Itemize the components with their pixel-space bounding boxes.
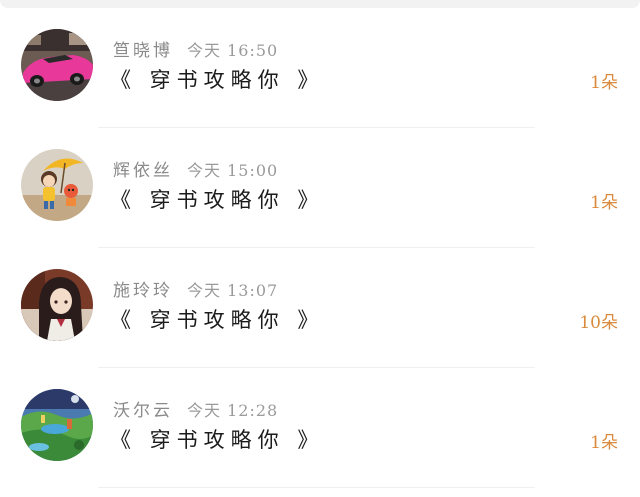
list-item[interactable]: 施玲玲 今天 13:07 《 穿书攻略你 》 10朵 — [0, 248, 640, 368]
book-title[interactable]: 《 穿书攻略你 》 — [110, 304, 324, 334]
top-sheet-edge — [0, 0, 640, 8]
sender-name[interactable]: 施玲玲 — [113, 281, 173, 301]
book-title[interactable]: 《 穿书攻略你 》 — [110, 64, 324, 94]
sender-name[interactable]: 笪晓博 — [113, 41, 173, 61]
cartoon-girl-umbrella-avatar-icon — [21, 149, 93, 221]
pink-sports-car-avatar-icon — [21, 29, 93, 101]
avatar[interactable] — [21, 29, 93, 101]
gift-record-list: 笪晓博 今天 16:50 《 穿书攻略你 》 1朵 辉依丝 今天 15:00 《… — [0, 8, 640, 488]
sender-line: 辉依丝 今天 15:00 — [113, 156, 278, 181]
list-item[interactable]: 辉依丝 今天 15:00 《 穿书攻略你 》 1朵 — [0, 128, 640, 248]
sender-name[interactable]: 沃尔云 — [113, 401, 173, 421]
avatar[interactable] — [21, 149, 93, 221]
divider — [98, 487, 535, 488]
timestamp: 今天 13:07 — [187, 281, 279, 300]
list-item[interactable]: 沃尔云 今天 12:28 《 穿书攻略你 》 1朵 — [0, 368, 640, 488]
book-title[interactable]: 《 穿书攻略你 》 — [110, 184, 324, 214]
sender-line: 笪晓博 今天 16:50 — [113, 36, 278, 61]
sender-line: 施玲玲 今天 13:07 — [113, 276, 278, 301]
flower-count: 1朵 — [590, 433, 618, 453]
book-title[interactable]: 《 穿书攻略你 》 — [110, 424, 324, 454]
anime-girl-avatar-icon — [21, 269, 93, 341]
sender-name[interactable]: 辉依丝 — [113, 161, 173, 181]
timestamp: 今天 12:28 — [187, 401, 279, 420]
sender-line: 沃尔云 今天 12:28 — [113, 396, 278, 421]
timestamp: 今天 15:00 — [187, 161, 279, 180]
list-item[interactable]: 笪晓博 今天 16:50 《 穿书攻略你 》 1朵 — [0, 8, 640, 128]
avatar[interactable] — [21, 389, 93, 461]
flower-count: 10朵 — [579, 313, 618, 333]
flower-count: 1朵 — [590, 193, 618, 213]
flower-count: 1朵 — [590, 73, 618, 93]
timestamp: 今天 16:50 — [187, 41, 279, 60]
fantasy-landscape-avatar-icon — [21, 389, 93, 461]
avatar[interactable] — [21, 269, 93, 341]
